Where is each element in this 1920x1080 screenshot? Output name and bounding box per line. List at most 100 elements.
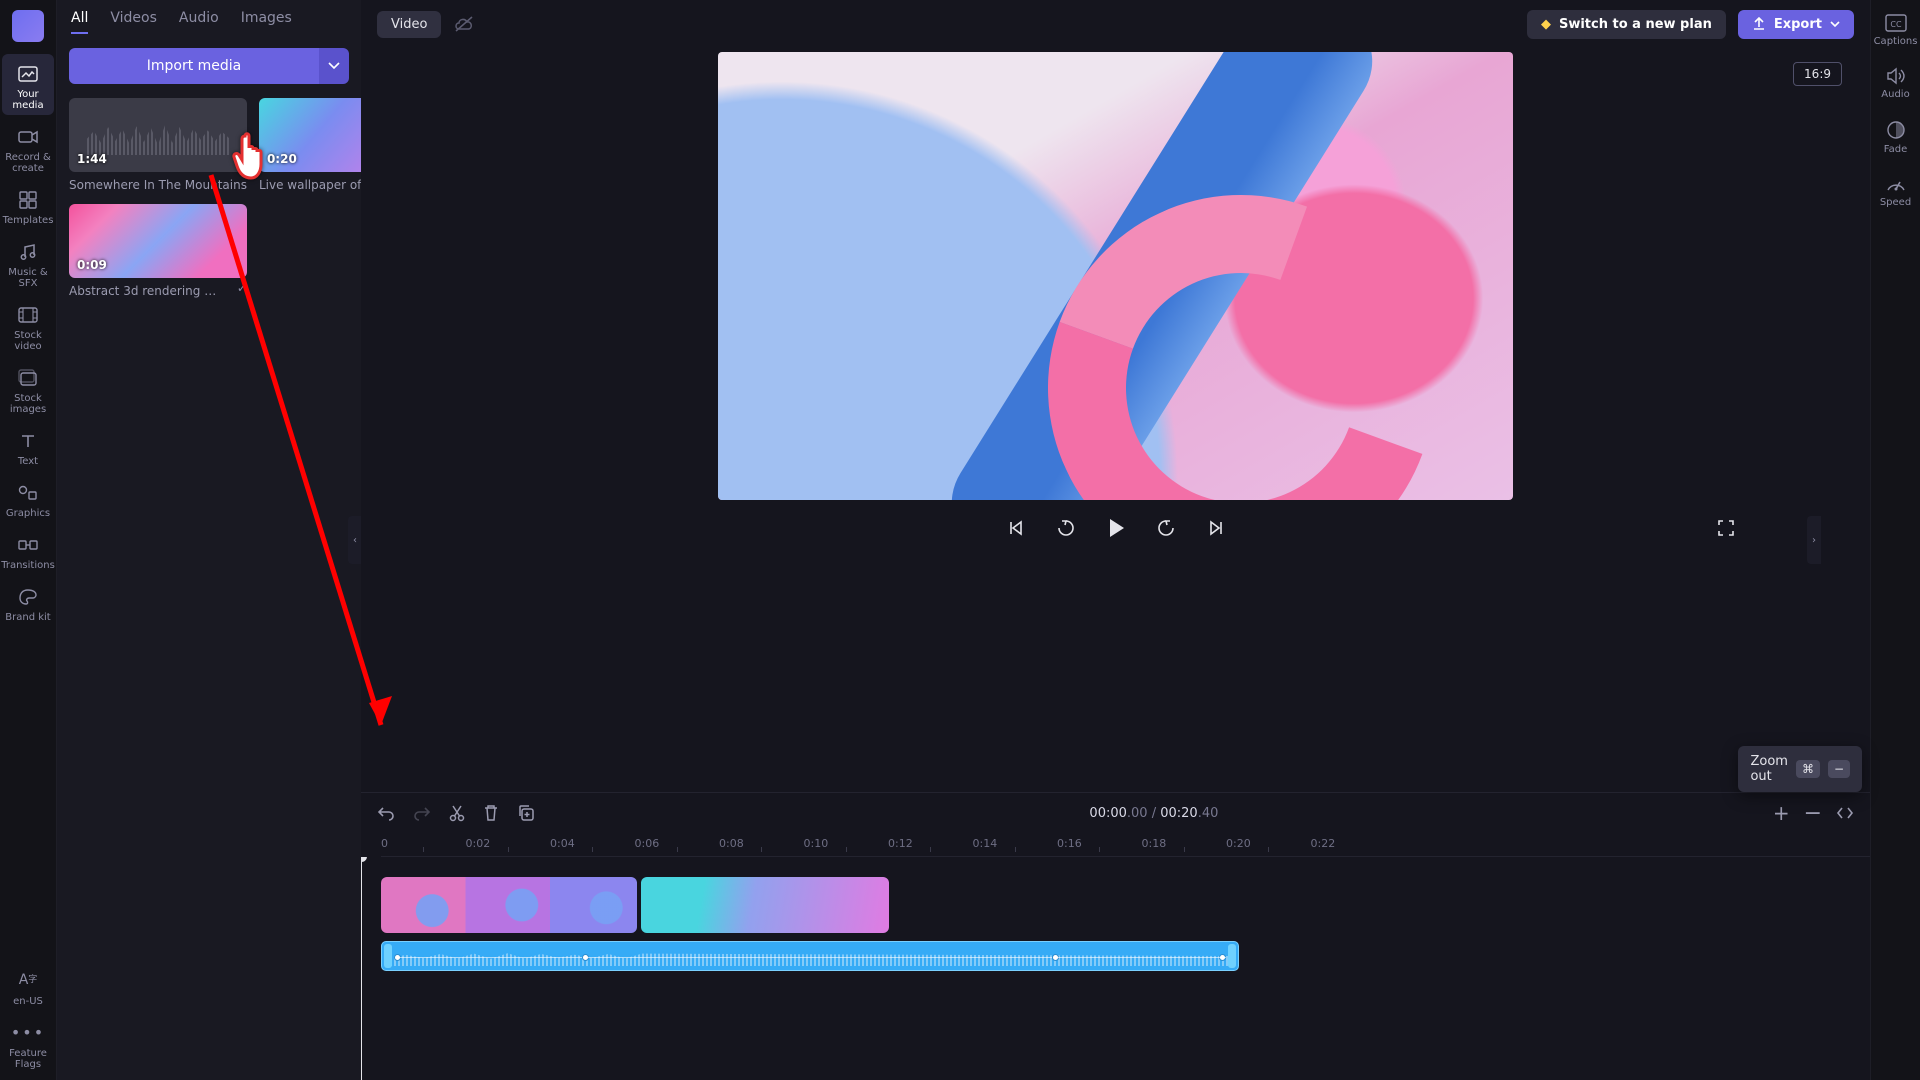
prop-label: Captions (1874, 36, 1918, 47)
timeline-clip-video-1[interactable] (381, 877, 637, 933)
volume-envelope[interactable] (586, 957, 1052, 958)
skip-start-button[interactable] (1002, 514, 1030, 542)
switch-plan-button[interactable]: ◆ Switch to a new plan (1527, 10, 1726, 39)
speaker-icon (1886, 67, 1906, 85)
diamond-icon: ◆ (1541, 17, 1551, 32)
topbar: Video ◆ Switch to a new plan Export (361, 0, 1870, 48)
tab-images[interactable]: Images (241, 10, 292, 34)
music-icon (16, 240, 40, 264)
film-icon (16, 303, 40, 327)
nav-music-sfx[interactable]: Music & SFX (2, 232, 54, 293)
language-icon: A字 (16, 969, 40, 993)
tab-all[interactable]: All (71, 10, 88, 34)
video-preview[interactable] (718, 52, 1513, 500)
plan-label: Switch to a new plan (1559, 17, 1712, 32)
skip-end-button[interactable] (1202, 514, 1230, 542)
nav-text[interactable]: Text (2, 421, 54, 471)
upload-icon (1752, 17, 1766, 31)
audio-track[interactable]: Somewhere In The Mountains (381, 941, 1870, 975)
aspect-ratio-button[interactable]: 16:9 (1793, 62, 1842, 86)
captions-icon: CC (1885, 14, 1907, 32)
play-button[interactable] (1102, 514, 1130, 542)
nav-record-create[interactable]: Record & create (2, 117, 54, 178)
fullscreen-button[interactable] (1712, 514, 1740, 542)
preview-frame-art (718, 52, 1513, 500)
project-type-chip[interactable]: Video (377, 11, 441, 38)
tab-videos[interactable]: Videos (110, 10, 157, 34)
import-media-button[interactable]: Import media (69, 48, 319, 84)
nav-stock-video[interactable]: Stock video (2, 295, 54, 356)
volume-envelope[interactable] (1056, 957, 1226, 958)
ruler-tick: 0:12 (888, 837, 913, 850)
ruler-tick: 0:14 (973, 837, 998, 850)
undo-button[interactable] (377, 805, 395, 821)
prop-captions[interactable]: CC Captions (1874, 10, 1918, 51)
split-button[interactable] (449, 804, 465, 822)
ruler-tick: 0:06 (635, 837, 660, 850)
nav-graphics[interactable]: Graphics (2, 473, 54, 523)
ruler-tick: 0 (381, 837, 388, 850)
tooltip-text: Zoom out (1750, 754, 1787, 784)
zoom-fit-button[interactable] (1836, 806, 1854, 820)
palette-icon (16, 585, 40, 609)
ruler-tick: 0:04 (550, 837, 575, 850)
zoom-out-tooltip: Zoom out ⌘ − (1738, 746, 1862, 792)
prop-fade[interactable]: Fade (1874, 116, 1918, 159)
images-icon (16, 366, 40, 390)
timeline-clip-video-2[interactable] (641, 877, 889, 933)
main-area: Video ◆ Switch to a new plan Export 16:9 (361, 0, 1870, 1080)
transport-controls (361, 500, 1870, 548)
import-media-dropdown[interactable] (319, 48, 349, 84)
cloud-sync-icon[interactable] (453, 15, 475, 33)
video-track[interactable] (381, 877, 1870, 933)
clip-trim-handle-left[interactable] (384, 944, 392, 968)
ruler-tick: 0:08 (719, 837, 744, 850)
media-item-audio[interactable]: 1:44 Somewhere In The Mountains (69, 98, 247, 192)
prop-audio[interactable]: Audio (1874, 63, 1918, 104)
media-panel: All Videos Audio Images Import media 1:4… (57, 0, 361, 1080)
nav-stock-images[interactable]: Stock images (2, 358, 54, 419)
timeline-ruler[interactable]: 00:020:040:060:080:100:120:140:160:180:2… (381, 833, 1870, 857)
kbd-minus: − (1828, 760, 1850, 778)
nav-brand-kit[interactable]: Brand kit (2, 577, 54, 627)
clip-trim-handle-right[interactable] (1228, 944, 1236, 968)
duplicate-button[interactable] (517, 804, 535, 822)
playhead[interactable] (361, 857, 362, 1080)
nav-your-media[interactable]: Your media (2, 54, 54, 115)
tab-audio[interactable]: Audio (179, 10, 219, 34)
media-duration: 0:20 (267, 152, 297, 166)
nav-label: Stock video (2, 330, 54, 352)
templates-icon (16, 188, 40, 212)
zoom-out-button[interactable]: − (1804, 801, 1822, 826)
timeline-clip-audio[interactable]: Somewhere In The Mountains (381, 941, 1239, 971)
nav-language[interactable]: A字 en-US (2, 961, 54, 1011)
volume-envelope[interactable] (398, 957, 582, 958)
prop-speed[interactable]: Speed (1874, 171, 1918, 212)
nav-templates[interactable]: Templates (2, 180, 54, 230)
nav-label: Music & SFX (2, 267, 54, 289)
timeline-tracks[interactable]: Somewhere In The Mountains (361, 857, 1870, 1080)
export-label: Export (1774, 17, 1822, 32)
seek-forward-button[interactable] (1152, 514, 1180, 542)
nav-transitions[interactable]: Transitions (2, 525, 54, 575)
ruler-tick: 0:20 (1226, 837, 1251, 850)
timeline-toolbar: 00:00.00 / 00:20.40 + − Zoom out ⌘ − (361, 793, 1870, 833)
delete-button[interactable] (483, 804, 499, 822)
ruler-tick: 0:10 (804, 837, 829, 850)
nav-label: Stock images (2, 393, 54, 415)
redo-button[interactable] (413, 805, 431, 821)
zoom-in-button[interactable]: + (1773, 801, 1790, 825)
seek-back-button[interactable] (1052, 514, 1080, 542)
collapse-right-panel[interactable]: › (1807, 516, 1821, 564)
svg-text:CC: CC (1890, 20, 1902, 29)
export-button[interactable]: Export (1738, 10, 1854, 39)
nav-label: Your media (2, 89, 54, 111)
media-thumb-3d: 0:09 (69, 204, 247, 278)
more-icon: ••• (16, 1021, 40, 1045)
transitions-icon (16, 533, 40, 557)
media-tabs: All Videos Audio Images (57, 0, 361, 34)
collapse-media-panel[interactable]: ‹ (348, 516, 362, 564)
nav-feature-flags[interactable]: ••• Feature Flags (2, 1013, 54, 1074)
media-item-video-2[interactable]: 0:09 Abstract 3d rendering … ✓ (69, 204, 247, 298)
nav-label: Transitions (1, 560, 55, 571)
